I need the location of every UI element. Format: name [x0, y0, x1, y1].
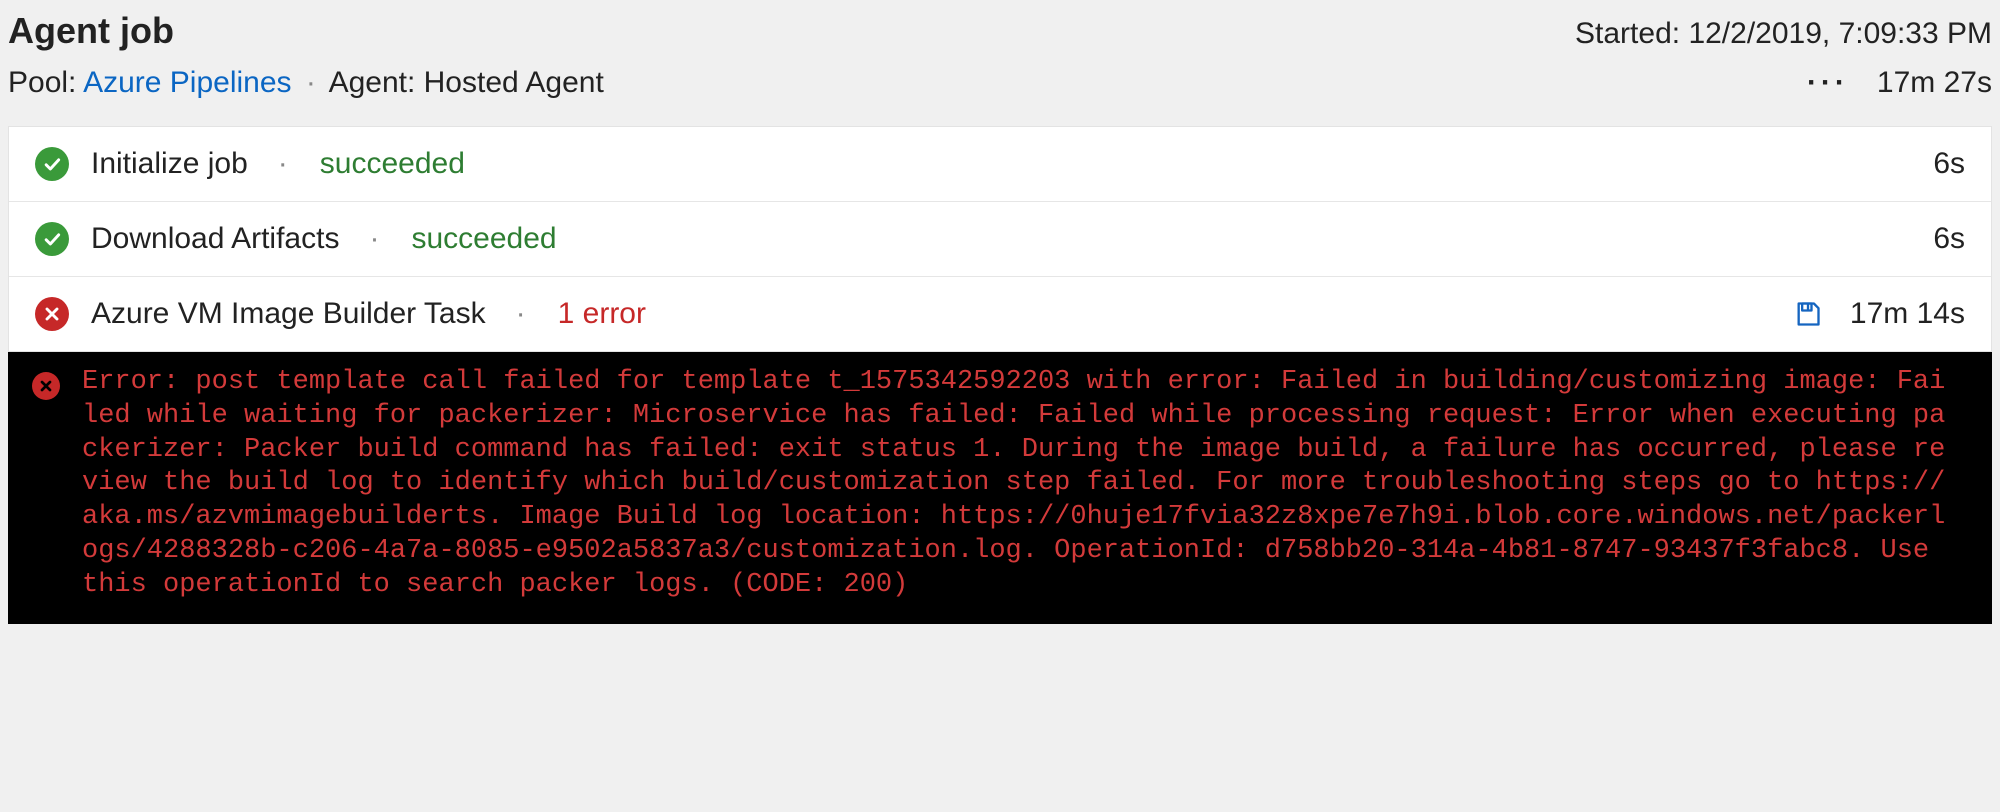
step-name: Azure VM Image Builder Task — [91, 297, 486, 331]
separator-dot: · — [270, 147, 298, 181]
pool-label: Pool: — [8, 66, 76, 99]
header-row-meta: Pool: Azure Pipelines · Agent: Hosted Ag… — [8, 66, 1992, 100]
step-duration: 6s — [1845, 147, 1965, 181]
header-row-title: Agent job Started: 12/2/2019, 7:09:33 PM — [8, 10, 1992, 52]
agent-name: Hosted Agent — [424, 66, 604, 99]
job-header: Agent job Started: 12/2/2019, 7:09:33 PM… — [0, 0, 2000, 118]
more-actions-icon[interactable]: ··· — [1807, 66, 1849, 100]
started-value: 12/2/2019, 7:09:33 PM — [1688, 17, 1992, 50]
step-status: succeeded — [320, 147, 465, 181]
pool-agent-info: Pool: Azure Pipelines · Agent: Hosted Ag… — [8, 66, 604, 100]
started-label: Started: — [1575, 17, 1680, 50]
step-name: Download Artifacts — [91, 222, 339, 256]
pool-link[interactable]: Azure Pipelines — [83, 66, 291, 99]
step-status: 1 error — [558, 297, 646, 331]
agent-label: Agent: — [329, 66, 416, 99]
step-row[interactable]: Initialize job · succeeded 6s — [9, 127, 1991, 202]
error-message: Error: post template call failed for tem… — [82, 366, 1952, 602]
total-duration: 17m 27s — [1877, 66, 1992, 100]
started-timestamp: Started: 12/2/2019, 7:09:33 PM — [1575, 17, 1992, 51]
save-log-icon[interactable] — [1793, 297, 1823, 331]
error-log-panel: Error: post template call failed for tem… — [8, 352, 1992, 624]
separator-dot: · — [508, 297, 536, 331]
steps-list: Initialize job · succeeded 6s Download A… — [8, 126, 1992, 352]
header-right-controls: ··· 17m 27s — [1807, 66, 1992, 100]
separator-dot: · — [361, 222, 389, 256]
page-title: Agent job — [8, 10, 174, 52]
error-icon — [32, 372, 60, 400]
step-row[interactable]: Download Artifacts · succeeded 6s — [9, 202, 1991, 277]
step-duration: 6s — [1845, 222, 1965, 256]
step-duration: 17m 14s — [1845, 297, 1965, 331]
step-row[interactable]: Azure VM Image Builder Task · 1 error 17… — [9, 277, 1991, 351]
step-name: Initialize job — [91, 147, 248, 181]
separator-dot: · — [300, 66, 322, 99]
error-icon — [35, 297, 69, 331]
step-status: succeeded — [411, 222, 556, 256]
success-icon — [35, 222, 69, 256]
success-icon — [35, 147, 69, 181]
